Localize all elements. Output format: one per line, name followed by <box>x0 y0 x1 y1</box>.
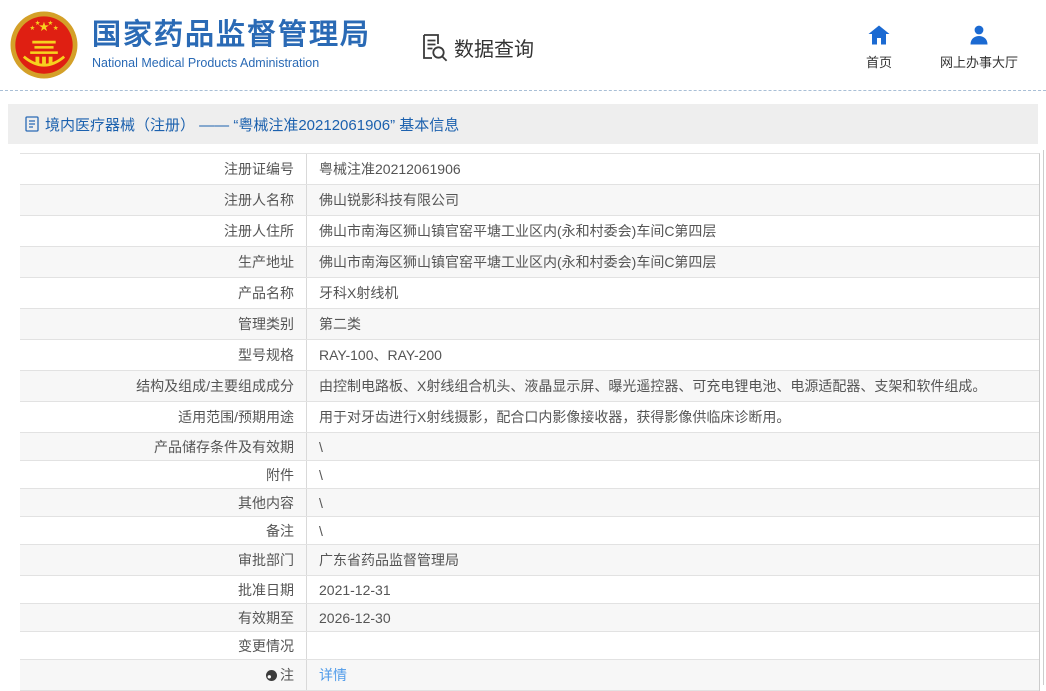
table-row: 生产地址 佛山市南海区狮山镇官窑平塘工业区内(永和村委会)车间C第四层 <box>20 247 1039 278</box>
row-value: 佛山市南海区狮山镇官窑平塘工业区内(永和村委会)车间C第四层 <box>319 254 717 270</box>
table-row: 产品储存条件及有效期 \ <box>20 433 1039 461</box>
national-emblem-logo: ★ ★ ★ ★ ★ <box>10 11 78 79</box>
user-icon <box>970 25 988 45</box>
table-row: 有效期至 2026-12-30 <box>20 604 1039 632</box>
table-row: 批准日期 2021-12-31 <box>20 576 1039 604</box>
data-query-section[interactable]: 数据查询 <box>419 32 534 62</box>
row-value: \ <box>319 494 323 511</box>
table-row: 注册证编号 粤械注准20212061906 <box>20 154 1039 185</box>
row-label: 注册人名称 <box>20 185 307 215</box>
row-label: 适用范围/预期用途 <box>20 402 307 432</box>
nav-online-hall[interactable]: 网上办事大厅 <box>940 25 1018 71</box>
table-row: 变更情况 <box>20 632 1039 660</box>
document-icon <box>25 116 39 132</box>
row-label: 结构及组成/主要组成成分 <box>20 371 307 401</box>
row-value: \ <box>319 466 323 483</box>
table-row: 管理类别 第二类 <box>20 309 1039 340</box>
row-value: 粤械注准20212061906 <box>319 161 461 177</box>
site-header: ★ ★ ★ ★ ★ 国家药品监督管理局 National Medical Pro… <box>0 0 1046 91</box>
row-label: 其他内容 <box>20 489 307 516</box>
nav-online-hall-label: 网上办事大厅 <box>939 55 1018 70</box>
row-label: 管理类别 <box>20 309 307 339</box>
row-value: RAY-100、RAY-200 <box>319 347 442 363</box>
brand-block: 国家药品监督管理局 National Medical Products Admi… <box>92 19 372 70</box>
row-label: 批准日期 <box>20 576 307 603</box>
row-value <box>307 632 1039 659</box>
note-icon <box>266 669 277 681</box>
row-label: 审批部门 <box>20 545 307 575</box>
row-label: 生产地址 <box>20 247 307 277</box>
home-icon <box>868 25 890 45</box>
table-row: 型号规格 RAY-100、RAY-200 <box>20 340 1039 371</box>
row-label: 产品储存条件及有效期 <box>20 433 307 460</box>
table-row: 其他内容 \ <box>20 489 1039 517</box>
row-value: 2021-12-31 <box>319 581 391 598</box>
row-value: 详情 <box>307 660 1039 690</box>
row-value: 佛山锐影科技有限公司 <box>319 192 459 208</box>
row-value: 2026-12-30 <box>319 609 391 626</box>
table-row: 附件 \ <box>20 461 1039 489</box>
table-row: 注详情 <box>20 660 1039 691</box>
row-value: 由控制电路板、X射线组合机头、液晶显示屏、曝光遥控器、可充电锂电池、电源适配器、… <box>319 378 987 394</box>
page-title: 境内医疗器械（注册） —— “粤械注准20212061906” 基本信息 <box>45 116 460 134</box>
row-value: 用于对牙齿进行X射线摄影，配合口内影像接收器，获得影像供临床诊断用。 <box>319 409 791 425</box>
row-label: 变更情况 <box>20 632 307 659</box>
row-value: 牙科X射线机 <box>319 285 399 301</box>
nav-home-label: 首页 <box>865 55 892 70</box>
table-row: 审批部门 广东省药品监督管理局 <box>20 545 1039 576</box>
table-row: 产品名称 牙科X射线机 <box>20 278 1039 309</box>
row-label: 产品名称 <box>20 278 307 308</box>
row-label: 型号规格 <box>20 340 307 370</box>
table-row: 备注 \ <box>20 517 1039 545</box>
row-label: 注册证编号 <box>20 154 307 184</box>
row-label: 附件 <box>20 461 307 488</box>
table-row: 结构及组成/主要组成成分 由控制电路板、X射线组合机头、液晶显示屏、曝光遥控器、可… <box>20 371 1039 402</box>
table-row: 适用范围/预期用途 用于对牙齿进行X射线摄影，配合口内影像接收器，获得影像供临床诊… <box>20 402 1039 433</box>
table-row: 注册人住所 佛山市南海区狮山镇官窑平塘工业区内(永和村委会)车间C第四层 <box>20 216 1039 247</box>
detail-link[interactable]: 详情 <box>319 665 347 685</box>
brand-title-en: National Medical Products Administration <box>92 55 320 70</box>
svg-text:★: ★ <box>35 20 41 27</box>
svg-text:★: ★ <box>53 25 59 32</box>
content-frame-border <box>1043 150 1044 685</box>
brand-title-cn: 国家药品监督管理局 <box>92 19 372 52</box>
row-label: 有效期至 <box>20 604 307 631</box>
nav-home[interactable]: 首页 <box>866 25 892 71</box>
row-label: 注册人住所 <box>20 216 307 246</box>
registration-info-table: 注册证编号 粤械注准20212061906 注册人名称 佛山锐影科技有限公司 注册人住所… <box>20 153 1040 691</box>
row-label: 备注 <box>20 517 307 544</box>
row-value: \ <box>319 438 323 455</box>
page-title-bar: 境内医疗器械（注册） —— “粤械注准20212061906” 基本信息 <box>8 104 1038 144</box>
table-row: 注册人名称 佛山锐影科技有限公司 <box>20 185 1039 216</box>
row-value: 广东省药品监督管理局 <box>319 552 459 568</box>
data-query-icon <box>423 34 448 62</box>
row-value: \ <box>319 522 323 539</box>
row-value: 佛山市南海区狮山镇官窑平塘工业区内(永和村委会)车间C第四层 <box>319 223 717 239</box>
data-query-label: 数据查询 <box>454 38 535 61</box>
row-label: 注 <box>20 660 307 690</box>
row-value: 第二类 <box>319 316 361 332</box>
